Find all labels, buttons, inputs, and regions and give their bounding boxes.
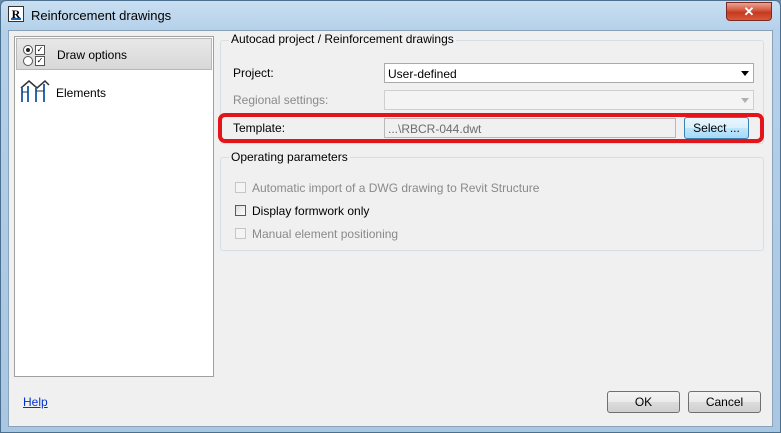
- project-dropdown-value: User-defined: [388, 67, 457, 81]
- dialog-window: R Reinforcement drawings ✕ ✓ ✓ Draw opti…: [0, 0, 781, 433]
- window-title: Reinforcement drawings: [31, 8, 172, 23]
- nav-item-elements[interactable]: Elements: [16, 74, 212, 106]
- nav-item-label: Elements: [56, 86, 107, 100]
- chevron-down-icon: [741, 98, 749, 103]
- help-link[interactable]: Help: [23, 395, 48, 409]
- project-label: Project:: [233, 66, 274, 80]
- dialog-body: ✓ ✓ Draw options Elements Autocad projec…: [8, 30, 773, 427]
- ok-button[interactable]: OK: [607, 391, 680, 413]
- regional-settings-dropdown: [384, 90, 754, 110]
- display-formwork-checkbox[interactable]: [235, 205, 246, 216]
- autocad-group-title: Autocad project / Reinforcement drawings: [229, 32, 456, 46]
- red-highlight-annotation: [218, 113, 764, 143]
- regional-settings-label: Regional settings:: [233, 93, 329, 107]
- auto-import-label: Automatic import of a DWG drawing to Rev…: [252, 181, 540, 195]
- options-nav-panel: ✓ ✓ Draw options Elements: [14, 36, 214, 377]
- display-formwork-label[interactable]: Display formwork only: [252, 204, 369, 218]
- nav-item-label: Draw options: [57, 48, 128, 62]
- title-bar[interactable]: R Reinforcement drawings ✕: [1, 1, 780, 31]
- cancel-button[interactable]: Cancel: [688, 391, 761, 413]
- manual-positioning-label: Manual element positioning: [252, 227, 399, 241]
- chevron-down-icon: [741, 71, 749, 76]
- project-dropdown[interactable]: User-defined: [384, 63, 754, 83]
- draw-options-icon: ✓ ✓: [21, 45, 49, 67]
- manual-positioning-checkbox: [235, 228, 246, 239]
- auto-import-checkbox: [235, 182, 246, 193]
- close-button[interactable]: ✕: [726, 2, 772, 21]
- nav-item-draw-options[interactable]: ✓ ✓ Draw options: [16, 38, 212, 70]
- frame-structure-icon: [20, 79, 50, 102]
- revit-app-icon: R: [8, 6, 24, 22]
- operating-parameters-title: Operating parameters: [229, 150, 350, 164]
